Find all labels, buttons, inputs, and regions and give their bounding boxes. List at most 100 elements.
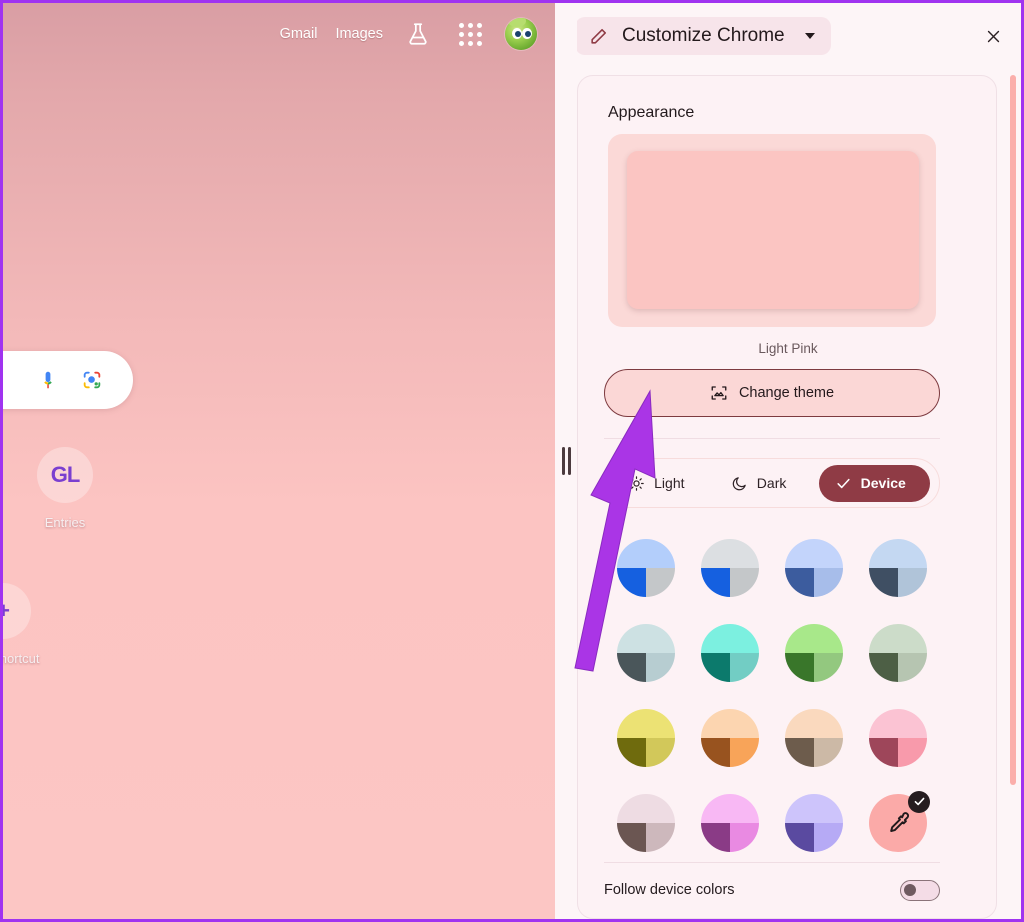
mode-dark-label: Dark xyxy=(756,475,787,491)
swatch-bottom-left xyxy=(701,652,730,682)
swatch-blue-default xyxy=(617,538,675,597)
divider-bottom xyxy=(604,862,940,863)
swatch-pink-rose xyxy=(869,708,927,767)
shortcut-entries-tile: GL xyxy=(37,447,93,503)
color-swatch-periwinkle[interactable] xyxy=(775,526,853,609)
swatch-bottom-left xyxy=(701,567,730,597)
custom-color-swatch xyxy=(869,790,930,852)
theme-preview-inner xyxy=(627,151,919,309)
appearance-section-title: Appearance xyxy=(608,104,695,121)
close-icon[interactable] xyxy=(976,19,1010,53)
shortcut-entries-label: Entries xyxy=(44,515,86,530)
swatch-top xyxy=(869,708,927,738)
swatch-bottom-right xyxy=(646,652,675,682)
search-box[interactable] xyxy=(3,351,133,409)
chevron-down-icon xyxy=(804,33,815,39)
change-theme-label: Change theme xyxy=(738,385,835,401)
swatch-bottom-right xyxy=(898,567,927,597)
swatch-turquoise xyxy=(701,623,759,682)
swatch-top xyxy=(617,538,675,568)
color-swatch-lavender[interactable] xyxy=(775,781,853,864)
panel-title: Customize Chrome xyxy=(622,25,785,46)
swatch-bottom-right xyxy=(898,652,927,682)
swatch-bottom-left xyxy=(785,567,814,597)
swatch-bottom-left xyxy=(617,567,646,597)
color-swatch-blue-default[interactable] xyxy=(607,526,685,609)
check-icon xyxy=(837,478,850,488)
swatch-bottom-right xyxy=(730,822,759,852)
color-swatch-grey-blue[interactable] xyxy=(691,526,769,609)
shortcut-add-tile: + xyxy=(3,583,31,639)
swatch-magenta xyxy=(701,793,759,852)
panel-scrollbar-thumb[interactable] xyxy=(1010,75,1016,785)
selected-check-badge xyxy=(908,790,930,813)
color-swatch-custom-eyedropper[interactable] xyxy=(859,781,937,864)
panel-header: Customize Chrome xyxy=(555,3,1021,69)
swatch-top xyxy=(617,623,675,653)
color-swatch-taupe[interactable] xyxy=(775,696,853,779)
swatch-mauve-grey xyxy=(617,793,675,852)
swatch-top xyxy=(785,623,843,653)
swatch-bottom-right xyxy=(730,737,759,767)
eyedropper-icon xyxy=(890,811,910,832)
panel-title-dropdown[interactable]: Customize Chrome xyxy=(575,17,831,55)
toggle-knob xyxy=(904,883,916,896)
swatch-top xyxy=(617,793,675,823)
shortcut-entries[interactable]: GL Entries xyxy=(9,447,121,530)
image-frame-icon xyxy=(711,386,727,400)
microphone-icon[interactable] xyxy=(37,369,59,391)
change-theme-button[interactable]: Change theme xyxy=(604,369,940,417)
mode-device-button[interactable]: Device xyxy=(818,464,930,502)
swatch-bottom-left xyxy=(785,652,814,682)
side-panel-resize-handle[interactable] xyxy=(555,3,577,919)
swatch-top xyxy=(701,708,759,738)
panel-scrollbar-track[interactable] xyxy=(1008,69,1018,919)
swatch-top xyxy=(701,623,759,653)
swatch-peach-orange xyxy=(701,708,759,767)
account-avatar[interactable] xyxy=(505,18,537,50)
panel-scroll-area: Appearance Light Pink Change theme Light… xyxy=(555,69,1021,919)
flask-icon[interactable] xyxy=(401,17,435,51)
swatch-yellow xyxy=(617,708,675,767)
color-swatch-light-green[interactable] xyxy=(775,611,853,694)
swatch-top xyxy=(617,708,675,738)
apps-grid-icon[interactable] xyxy=(453,17,487,51)
avatar-eye-right xyxy=(522,28,532,39)
swatch-bottom-right xyxy=(814,567,843,597)
swatch-top xyxy=(869,623,927,653)
swatch-light-green xyxy=(785,623,843,682)
follow-device-colors-label: Follow device colors xyxy=(604,882,735,898)
color-swatch-peach-orange[interactable] xyxy=(691,696,769,779)
color-swatch-turquoise[interactable] xyxy=(691,611,769,694)
mode-dark-button[interactable]: Dark xyxy=(717,467,801,500)
follow-device-colors-toggle[interactable] xyxy=(900,879,940,901)
apps-grid-dots xyxy=(458,22,482,46)
google-lens-icon[interactable] xyxy=(81,369,103,391)
color-swatch-mauve-grey[interactable] xyxy=(607,781,685,864)
shortcut-add[interactable]: + Add shortcut xyxy=(3,583,59,666)
color-swatch-pink-rose[interactable] xyxy=(859,696,937,779)
swatch-pale-cyan xyxy=(617,623,675,682)
gmail-link[interactable]: Gmail xyxy=(280,26,318,42)
avatar-eye-left xyxy=(512,28,522,39)
swatch-bottom-right xyxy=(646,737,675,767)
images-link[interactable]: Images xyxy=(335,26,383,42)
color-swatch-sage-green[interactable] xyxy=(859,611,937,694)
color-swatch-magenta[interactable] xyxy=(691,781,769,864)
color-swatch-slate-blue[interactable] xyxy=(859,526,937,609)
color-swatch-pale-cyan[interactable] xyxy=(607,611,685,694)
theme-preview[interactable] xyxy=(608,134,936,327)
follow-device-colors-row: Follow device colors xyxy=(604,866,940,914)
appearance-card: Appearance Light Pink Change theme Light… xyxy=(577,75,997,919)
swatch-top xyxy=(701,793,759,823)
swatch-bottom-left xyxy=(617,652,646,682)
swatch-bottom-right xyxy=(646,567,675,597)
swatch-bottom-left xyxy=(785,822,814,852)
swatch-sage-green xyxy=(869,623,927,682)
divider-top xyxy=(604,438,940,439)
mode-light-button[interactable]: Light xyxy=(614,467,698,500)
avatar-highlight xyxy=(508,18,526,27)
color-swatch-yellow[interactable] xyxy=(607,696,685,779)
swatch-bottom-left xyxy=(617,822,646,852)
sun-icon xyxy=(629,475,644,491)
